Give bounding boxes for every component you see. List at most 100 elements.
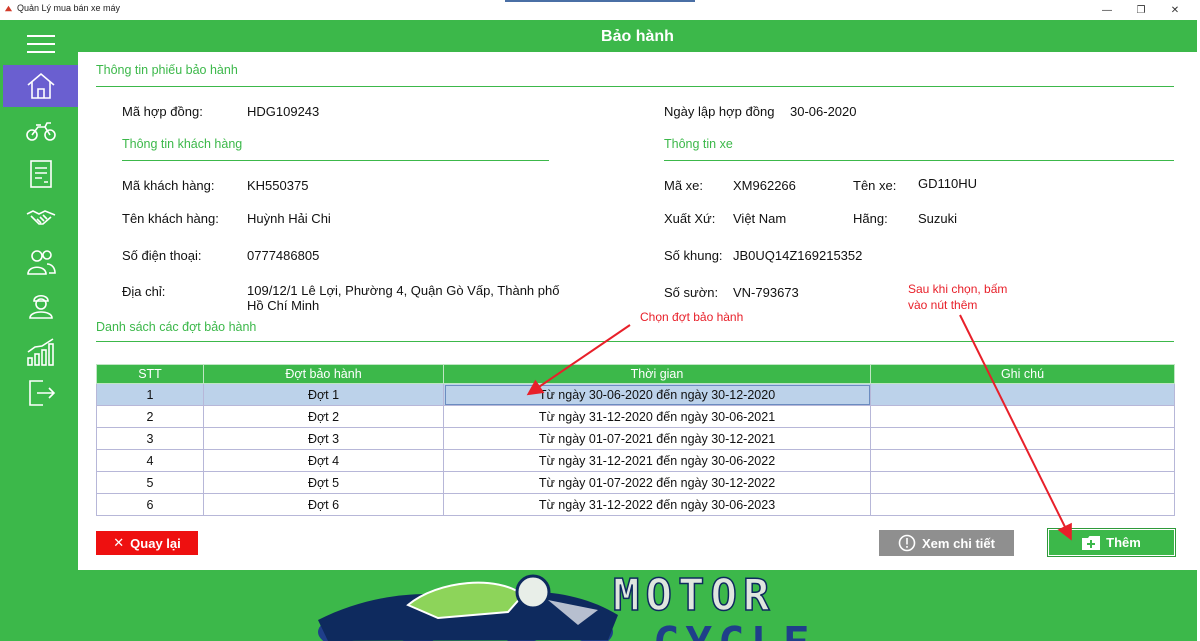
sidebar: [3, 22, 78, 570]
sidebar-item-home[interactable]: [3, 65, 78, 107]
vehicle-engine-label: Số sườn:: [664, 285, 719, 300]
taskbar-highlight: [505, 0, 695, 2]
view-detail-label: Xem chi tiết: [922, 535, 995, 551]
cell-period[interactable]: Đợt 1: [203, 383, 444, 406]
cell-time[interactable]: Từ ngày 30-06-2020 đến ngày 30-12-2020: [443, 383, 871, 406]
view-detail-button[interactable]: Xem chi tiết: [879, 530, 1014, 556]
home-icon: [26, 72, 55, 99]
warranty-table[interactable]: STT Đợt bảo hành Thời gian Ghi chú 1 Đợt…: [96, 364, 1175, 516]
annotation-select-period: Chọn đợt bảo hành: [640, 310, 744, 324]
column-header-period[interactable]: Đợt bảo hành: [203, 364, 444, 384]
cell-stt[interactable]: 2: [96, 405, 204, 428]
cell-stt[interactable]: 3: [96, 427, 204, 450]
vehicle-origin-value: Việt Nam: [733, 211, 787, 226]
vehicle-id-value: XM962266: [733, 178, 796, 193]
rider-illustration: [318, 574, 618, 641]
section-title-list: Danh sách các đợt bảo hành: [96, 320, 257, 334]
close-icon: ✕: [113, 535, 125, 550]
handshake-icon: [26, 210, 55, 225]
column-header-note[interactable]: Ghi chú: [870, 364, 1175, 384]
customer-name-label: Tên khách hàng:: [122, 211, 219, 226]
customer-id-label: Mã khách hàng:: [122, 178, 215, 193]
table-row[interactable]: 5 Đợt 5 Từ ngày 01-07-2022 đến ngày 30-1…: [96, 471, 1175, 494]
cell-note[interactable]: [870, 383, 1175, 406]
customer-address-label: Địa chỉ:: [122, 284, 166, 299]
cell-time[interactable]: Từ ngày 31-12-2021 đến ngày 30-06-2022: [443, 449, 871, 472]
cell-stt[interactable]: 5: [96, 471, 204, 494]
cell-note[interactable]: [870, 405, 1175, 428]
employee-icon: [28, 294, 53, 319]
minimize-button[interactable]: —: [1090, 0, 1124, 20]
cell-period[interactable]: Đợt 2: [203, 405, 444, 428]
sidebar-item-employees[interactable]: [3, 286, 78, 324]
vehicle-divider: [664, 160, 1174, 161]
vehicle-name-label: Tên xe:: [853, 178, 897, 193]
sidebar-item-statistics[interactable]: [3, 333, 78, 371]
customer-name-value: Huỳnh Hải Chi: [247, 211, 331, 226]
vehicle-engine-value: VN-793673: [733, 285, 799, 300]
add-button-label: Thêm: [1106, 535, 1141, 550]
cell-note[interactable]: [870, 471, 1175, 494]
cell-period[interactable]: Đợt 4: [203, 449, 444, 472]
table-row[interactable]: 2 Đợt 2 Từ ngày 31-12-2020 đến ngày 30-0…: [96, 405, 1175, 428]
cell-stt[interactable]: 1: [96, 383, 204, 406]
contract-date-value: 30-06-2020: [790, 104, 857, 119]
column-header-stt[interactable]: STT: [96, 364, 204, 384]
table-row[interactable]: 6 Đợt 6 Từ ngày 31-12-2022 đến ngày 30-0…: [96, 493, 1175, 516]
customer-phone-value: 0777486805: [247, 248, 320, 263]
customer-phone-label: Số điện thoại:: [122, 248, 202, 263]
sidebar-item-motorbike[interactable]: [3, 111, 78, 149]
section-title-warranty: Thông tin phiếu bảo hành: [96, 63, 238, 77]
back-button[interactable]: ✕ Quay lại: [96, 531, 198, 555]
add-icon: [1082, 535, 1101, 550]
cell-period[interactable]: Đợt 6: [203, 493, 444, 516]
banner-text-motor: MOTOR: [613, 570, 775, 621]
customer-address-line2: Hồ Chí Minh: [247, 298, 320, 313]
page-title: Bảo hành: [601, 28, 674, 45]
maximize-button[interactable]: ❐: [1124, 0, 1158, 20]
cell-stt[interactable]: 4: [96, 449, 204, 472]
banner-text-cycle: CYCLE: [653, 618, 815, 641]
sidebar-item-customers[interactable]: [3, 243, 78, 281]
cell-stt[interactable]: 6: [96, 493, 204, 516]
sidebar-item-invoice[interactable]: [3, 155, 78, 193]
sidebar-item-logout[interactable]: [3, 374, 78, 412]
logout-icon: [28, 380, 55, 406]
app-icon: [4, 4, 13, 13]
vehicle-brand-value: Suzuki: [918, 211, 958, 226]
cell-time[interactable]: Từ ngày 01-07-2021 đến ngày 30-12-2021: [443, 427, 871, 450]
cell-note[interactable]: [870, 493, 1175, 516]
invoice-icon: [29, 160, 52, 188]
brand-banner: MOTOR CYCLE: [78, 570, 1197, 641]
cell-period[interactable]: Đợt 3: [203, 427, 444, 450]
cell-note[interactable]: [870, 427, 1175, 450]
contract-date-label: Ngày lập hợp đồng: [664, 104, 775, 119]
motorbike-icon: [25, 122, 56, 141]
add-button[interactable]: Thêm: [1047, 528, 1176, 557]
motorcycle-logo: MOTOR CYCLE: [318, 570, 815, 641]
cell-period[interactable]: Đợt 5: [203, 471, 444, 494]
list-divider: [96, 341, 1174, 342]
section-title-vehicle: Thông tin xe: [664, 137, 733, 151]
cell-time[interactable]: Từ ngày 31-12-2022 đến ngày 30-06-2023: [443, 493, 871, 516]
section-title-customer: Thông tin khách hàng: [122, 137, 243, 151]
table-row[interactable]: 4 Đợt 4 Từ ngày 31-12-2021 đến ngày 30-0…: [96, 449, 1175, 472]
window-title: Quản Lý mua bán xe máy: [17, 3, 121, 13]
cell-note[interactable]: [870, 449, 1175, 472]
vehicle-frame-value: JB0UQ14Z169215352: [733, 248, 863, 263]
contract-label: Mã hợp đồng:: [122, 104, 203, 119]
back-button-label: Quay lại: [130, 535, 181, 551]
cell-time[interactable]: Từ ngày 01-07-2022 đến ngày 30-12-2022: [443, 471, 871, 494]
table-row[interactable]: 3 Đợt 3 Từ ngày 01-07-2021 đến ngày 30-1…: [96, 427, 1175, 450]
customer-id-value: KH550375: [247, 178, 309, 193]
close-window-button[interactable]: ✕: [1158, 0, 1192, 20]
page-header: Bảo hành: [78, 22, 1197, 52]
sidebar-item-menu[interactable]: [3, 25, 78, 63]
sidebar-item-sales[interactable]: [3, 199, 78, 237]
cell-time[interactable]: Từ ngày 31-12-2020 đến ngày 30-06-2021: [443, 405, 871, 428]
customer-divider: [122, 160, 549, 161]
table-row[interactable]: 1 Đợt 1 Từ ngày 30-06-2020 đến ngày 30-1…: [96, 383, 1175, 406]
column-header-time[interactable]: Thời gian: [443, 364, 871, 384]
annotation-click-add-line2: vào nút thêm: [908, 298, 978, 312]
info-icon: [898, 534, 916, 552]
